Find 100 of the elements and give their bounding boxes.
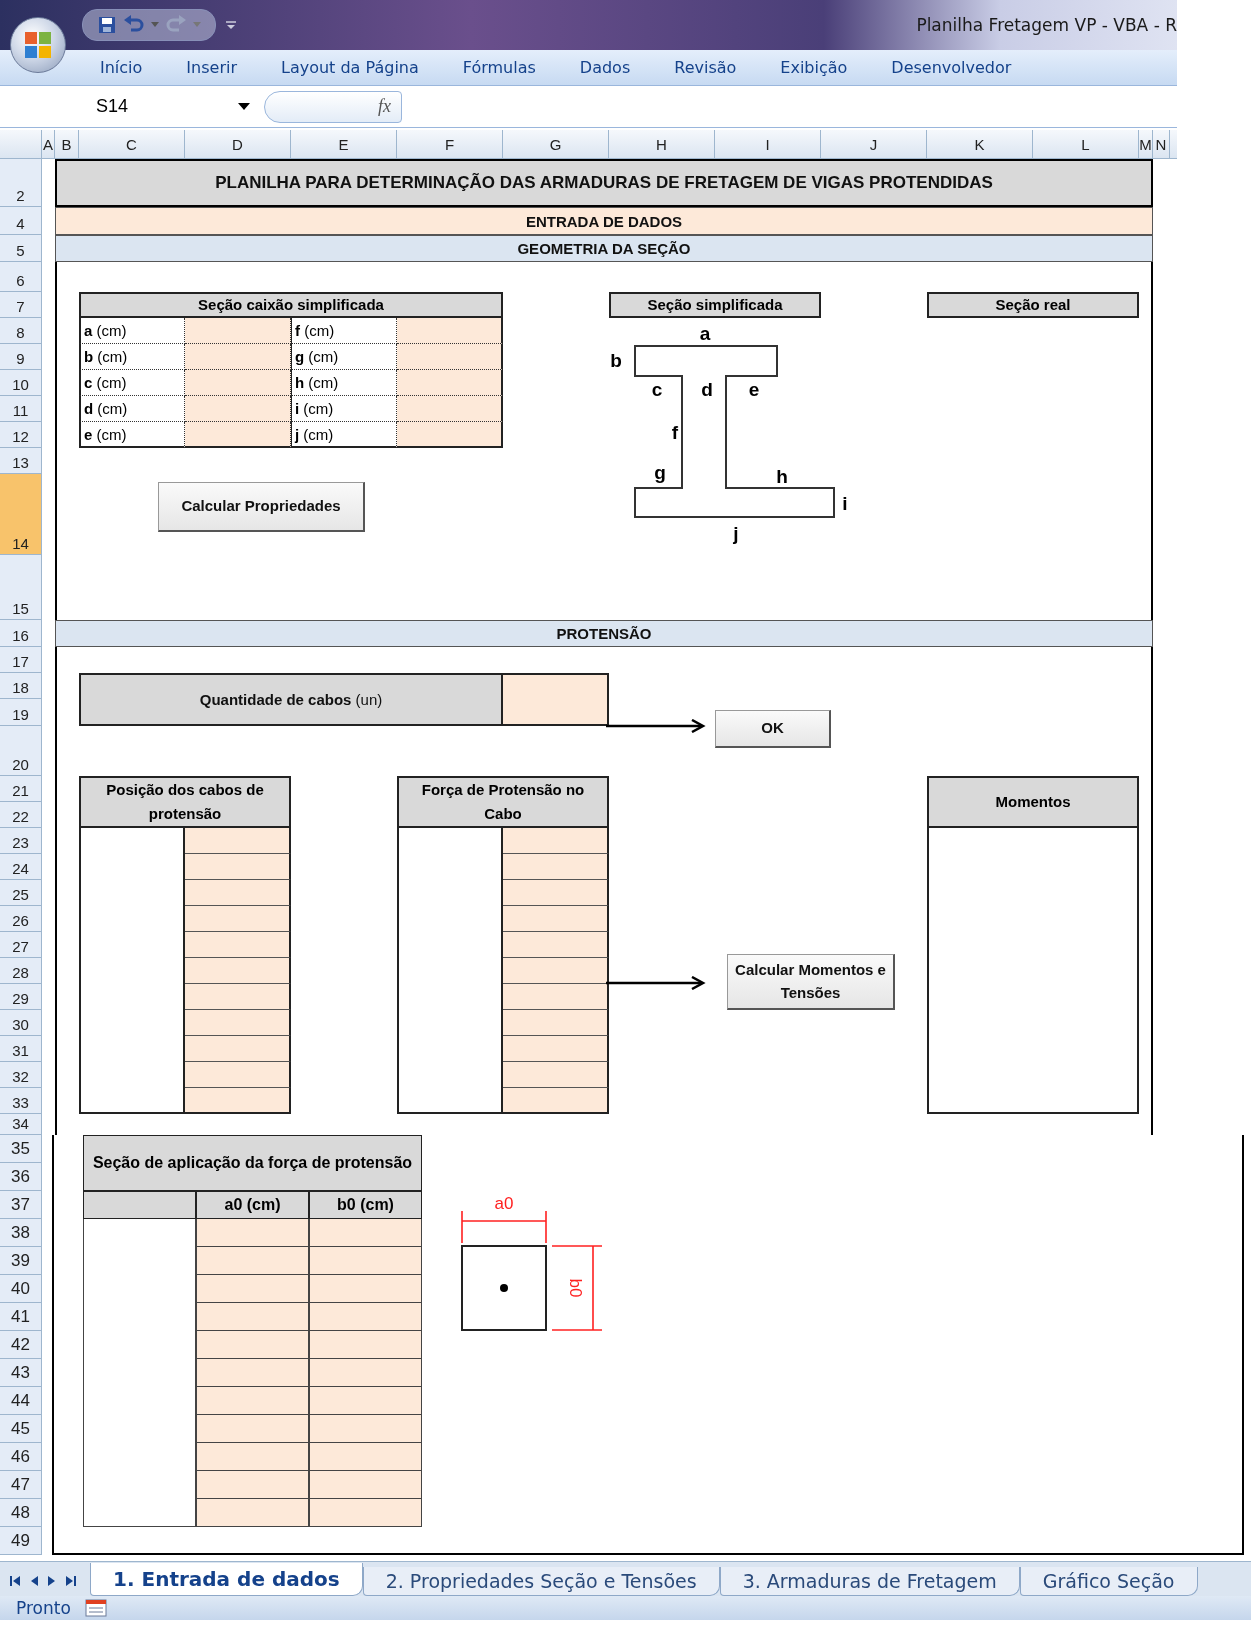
input-cell[interactable] bbox=[196, 1415, 309, 1443]
input-cell[interactable] bbox=[196, 1359, 309, 1387]
column-header[interactable]: G bbox=[503, 130, 609, 158]
last-sheet-icon[interactable] bbox=[66, 1576, 76, 1586]
macro-record-icon[interactable] bbox=[84, 1599, 107, 1617]
row-header[interactable]: 7 bbox=[0, 292, 42, 318]
row-header[interactable]: 26 bbox=[0, 906, 42, 932]
ribbon-tab[interactable]: Fórmulas bbox=[462, 58, 536, 77]
input-cell[interactable] bbox=[503, 1062, 609, 1088]
row-header[interactable]: 4 bbox=[0, 207, 42, 235]
calculate-moments-button[interactable]: Calcular Momentos e Tensões bbox=[727, 954, 895, 1010]
input-cell[interactable] bbox=[309, 1247, 422, 1275]
sheet-tab[interactable]: Gráfico Seção bbox=[1019, 1567, 1198, 1596]
input-cell[interactable] bbox=[309, 1387, 422, 1415]
column-header[interactable]: I bbox=[715, 130, 821, 158]
input-cell[interactable] bbox=[196, 1247, 309, 1275]
ribbon-tab[interactable]: Dados bbox=[579, 58, 631, 77]
input-cell[interactable] bbox=[196, 1219, 309, 1247]
column-header[interactable]: H bbox=[609, 130, 715, 158]
row-header[interactable]: 19 bbox=[0, 699, 42, 726]
column-header[interactable]: E bbox=[291, 130, 397, 158]
save-icon[interactable] bbox=[97, 15, 117, 35]
input-cell[interactable] bbox=[309, 1415, 422, 1443]
row-header[interactable]: 2 bbox=[0, 159, 42, 207]
column-header[interactable]: L bbox=[1033, 130, 1139, 158]
row-header[interactable]: 24 bbox=[0, 854, 42, 880]
row-header[interactable]: 37 bbox=[0, 1191, 42, 1219]
row-header[interactable]: 30 bbox=[0, 1010, 42, 1036]
input-cell[interactable] bbox=[196, 1331, 309, 1359]
column-header[interactable]: F bbox=[397, 130, 503, 158]
input-cell[interactable] bbox=[503, 1088, 609, 1114]
input-cell[interactable] bbox=[503, 958, 609, 984]
row-header[interactable]: 16 bbox=[0, 620, 42, 647]
sheet-tab[interactable]: 2. Propriedades Seção e Tensões bbox=[362, 1567, 720, 1596]
row-header[interactable]: 20 bbox=[0, 726, 42, 776]
first-sheet-icon[interactable] bbox=[10, 1576, 20, 1586]
column-header[interactable]: J bbox=[821, 130, 927, 158]
input-cell[interactable] bbox=[309, 1219, 422, 1247]
row-header[interactable]: 34 bbox=[0, 1114, 42, 1135]
row-header[interactable]: 41 bbox=[0, 1303, 42, 1331]
input-cell[interactable] bbox=[185, 854, 291, 880]
input-cell[interactable] bbox=[185, 828, 291, 854]
row-header[interactable]: 45 bbox=[0, 1415, 42, 1443]
input-cell[interactable] bbox=[503, 1010, 609, 1036]
input-cell[interactable] bbox=[185, 370, 291, 396]
next-sheet-icon[interactable] bbox=[48, 1576, 56, 1586]
input-cell[interactable] bbox=[503, 828, 609, 854]
row-header[interactable]: 39 bbox=[0, 1247, 42, 1275]
sheet-tab[interactable]: 3. Armaduras de Fretagem bbox=[719, 1567, 1020, 1596]
column-header[interactable]: B bbox=[55, 130, 79, 158]
row-header[interactable]: 46 bbox=[0, 1443, 42, 1471]
row-header[interactable]: 36 bbox=[0, 1163, 42, 1191]
input-cell[interactable] bbox=[185, 344, 291, 370]
row-header[interactable]: 33 bbox=[0, 1088, 42, 1114]
input-cell[interactable] bbox=[185, 880, 291, 906]
row-header[interactable]: 15 bbox=[0, 555, 42, 620]
row-header[interactable]: 42 bbox=[0, 1331, 42, 1359]
input-cell[interactable] bbox=[503, 880, 609, 906]
ribbon-tab[interactable]: Layout da Página bbox=[281, 58, 419, 77]
input-cell[interactable] bbox=[196, 1499, 309, 1527]
input-cell[interactable] bbox=[185, 396, 291, 422]
input-cell[interactable] bbox=[196, 1471, 309, 1499]
input-cell[interactable] bbox=[503, 984, 609, 1010]
row-header[interactable]: 38 bbox=[0, 1219, 42, 1247]
input-cell[interactable] bbox=[196, 1275, 309, 1303]
row-header[interactable]: 32 bbox=[0, 1062, 42, 1088]
row-header[interactable]: 11 bbox=[0, 396, 42, 422]
input-cell[interactable] bbox=[397, 396, 503, 422]
input-cell[interactable] bbox=[185, 932, 291, 958]
row-header[interactable]: 17 bbox=[0, 647, 42, 673]
input-cell[interactable] bbox=[185, 958, 291, 984]
row-header[interactable]: 14 bbox=[0, 474, 42, 555]
sheet-tab[interactable]: 1. Entrada de dados bbox=[90, 1563, 363, 1596]
row-header[interactable]: 9 bbox=[0, 344, 42, 370]
name-box[interactable]: S14 bbox=[0, 90, 256, 123]
ribbon-tab[interactable]: Inserir bbox=[186, 58, 237, 77]
row-header[interactable]: 23 bbox=[0, 828, 42, 854]
row-header[interactable]: 13 bbox=[0, 448, 42, 474]
row-header[interactable]: 6 bbox=[0, 262, 42, 292]
row-header[interactable]: 8 bbox=[0, 318, 42, 344]
input-cell[interactable] bbox=[185, 1036, 291, 1062]
input-cell[interactable] bbox=[309, 1359, 422, 1387]
input-cell[interactable] bbox=[185, 422, 291, 448]
office-orb-button[interactable] bbox=[10, 17, 66, 73]
input-cell[interactable] bbox=[309, 1443, 422, 1471]
row-header[interactable]: 40 bbox=[0, 1275, 42, 1303]
row-header[interactable]: 47 bbox=[0, 1471, 42, 1499]
column-header[interactable]: M bbox=[1139, 130, 1153, 158]
input-cell[interactable] bbox=[397, 422, 503, 448]
ribbon-tab[interactable]: Início bbox=[100, 58, 143, 77]
input-cell[interactable] bbox=[309, 1471, 422, 1499]
input-cell[interactable] bbox=[503, 673, 609, 726]
caret-icon[interactable] bbox=[238, 102, 250, 111]
row-header[interactable]: 25 bbox=[0, 880, 42, 906]
input-cell[interactable] bbox=[196, 1387, 309, 1415]
input-cell[interactable] bbox=[503, 1036, 609, 1062]
input-cell[interactable] bbox=[185, 318, 291, 344]
input-cell[interactable] bbox=[185, 1062, 291, 1088]
row-header[interactable]: 18 bbox=[0, 673, 42, 699]
customize-caret-icon[interactable] bbox=[226, 21, 236, 29]
